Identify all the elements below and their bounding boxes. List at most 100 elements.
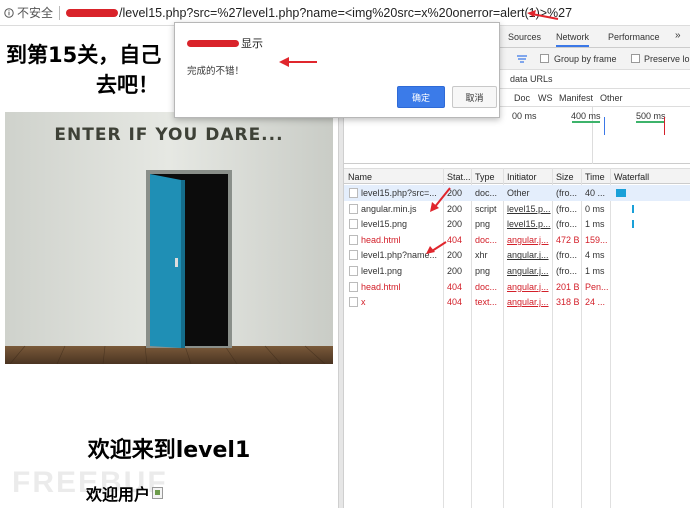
cell-initiator[interactable]: angular.j... (507, 266, 552, 276)
cell-size: (fro... (556, 250, 578, 261)
table-row[interactable]: angular.min.js 200 script level15.p... (fro.… (344, 201, 690, 217)
cell-time: 1 ms (585, 266, 605, 276)
preserve-log-checkbox[interactable] (631, 54, 640, 63)
info-icon (4, 7, 14, 18)
level-hero-image: ENTER IF YOU DARE... (5, 112, 333, 364)
cell-time: 1 ms (585, 219, 605, 230)
cell-type: xhr (475, 250, 488, 261)
cell-status: 200 (447, 250, 463, 261)
timeline-marker (664, 117, 665, 135)
timeline-bar (572, 121, 600, 123)
cell-initiator[interactable]: level15.p... (507, 219, 552, 229)
cell-size: 318 B (556, 297, 580, 308)
filter-icon[interactable] (516, 54, 528, 64)
cell-size: (fro... (556, 203, 578, 214)
annotation-arrow-alert (279, 57, 317, 67)
file-icon (349, 188, 358, 198)
cell-time: 40 ... (585, 188, 606, 198)
redacted-host (66, 8, 119, 17)
cell-time: 0 ms (585, 203, 605, 214)
file-icon (349, 281, 358, 292)
col-name[interactable]: Name (348, 172, 372, 182)
col-waterfall[interactable]: Waterfall (614, 172, 649, 182)
table-row[interactable]: head.html 404 doc... angular.j... 472 B 159..… (344, 232, 690, 248)
file-icon (349, 266, 358, 276)
alert-title-suffix: 显示 (241, 38, 263, 50)
cell-initiator[interactable]: level15.p... (507, 204, 552, 214)
cell-time: Pen... (585, 281, 609, 292)
cell-initiator: Other (507, 188, 530, 198)
cell-type: png (475, 219, 491, 230)
cell-status: 404 (447, 281, 463, 292)
hero-text: ENTER IF YOU DARE... (54, 125, 283, 145)
cell-name: head.html (361, 281, 401, 292)
welcome-heading: 欢迎来到level1 (87, 438, 251, 463)
tab-sources[interactable]: Sources (508, 32, 541, 42)
alert-message: 完成的不错！ (187, 66, 245, 77)
file-icon (349, 250, 358, 261)
filter-ws[interactable]: WS (538, 93, 553, 103)
annotation-arrow-row (430, 187, 451, 212)
security-label: 不安全 (17, 6, 54, 20)
cancel-button[interactable]: 取消 (452, 86, 497, 108)
table-row[interactable]: x 404 text... angular.j... 318 B 24 ... (344, 294, 690, 310)
filter-doc[interactable]: Doc (514, 93, 530, 103)
url-text[interactable]: /level15.php?src=%27level1.php?name=<img… (119, 6, 572, 20)
cell-time: 4 ms (585, 250, 605, 261)
cell-initiator[interactable]: angular.j... (507, 250, 552, 260)
filter-other[interactable]: Other (600, 93, 623, 103)
cell-size: 201 B (556, 281, 580, 292)
cell-name: level15.png (361, 219, 408, 230)
more-tabs-button[interactable]: » (675, 30, 681, 41)
file-icon (349, 234, 358, 245)
cell-size: (fro... (556, 188, 578, 198)
annotation-arrow-url (527, 10, 559, 20)
timeline-bar (636, 121, 664, 123)
waterfall-bar (616, 189, 626, 197)
ok-button[interactable]: 确定 (397, 86, 445, 108)
cell-status: 404 (447, 234, 463, 245)
cell-name: x (361, 297, 366, 308)
cell-name: level1.png (361, 266, 403, 276)
col-size[interactable]: Size (556, 172, 574, 182)
waterfall-bar (632, 220, 634, 229)
col-status[interactable]: Stat... (447, 172, 471, 182)
preserve-log-label: Preserve lo (644, 54, 690, 64)
tab-performance[interactable]: Performance (608, 32, 660, 42)
file-icon (349, 297, 358, 308)
cell-initiator[interactable]: angular.j... (507, 297, 552, 307)
cell-type: png (475, 266, 491, 276)
cell-type: script (475, 203, 497, 214)
network-grid-header: Name Stat... Type Initiator Size Time Wa… (344, 168, 690, 184)
file-icon (349, 219, 358, 230)
table-row[interactable]: level1.php?name... 200 xhr angular.j... (fro… (344, 247, 690, 263)
welcome-user: 欢迎用户 (86, 481, 164, 505)
cell-status: 404 (447, 297, 463, 308)
cell-time: 159... (585, 234, 608, 245)
file-icon (349, 203, 358, 214)
alert-dialog: 显示 完成的不错！ 确定 取消 (174, 22, 500, 118)
cell-size: (fro... (556, 219, 578, 230)
table-row[interactable]: level1.png 200 png angular.j... (fro... 1 ms (344, 263, 690, 279)
cell-status: 200 (447, 219, 463, 230)
table-row[interactable]: level15.php?src=... 200 doc... Other (fro...… (344, 185, 690, 201)
col-time[interactable]: Time (585, 172, 605, 182)
waterfall-bar (632, 204, 634, 213)
table-row[interactable]: level15.png 200 png level15.p... (fro... 1 ms (344, 216, 690, 232)
filter-manifest[interactable]: Manifest (559, 93, 593, 103)
site-info[interactable]: 不安全 (4, 4, 53, 21)
user-label: 欢迎用户 (86, 485, 151, 504)
col-type[interactable]: Type (475, 172, 495, 182)
col-initiator[interactable]: Initiator (507, 172, 537, 182)
cell-initiator[interactable]: angular.j... (507, 235, 552, 245)
group-by-frame-checkbox[interactable] (540, 54, 549, 63)
cell-type: text... (475, 297, 498, 308)
timeline-label: 400 ms (571, 111, 601, 121)
hide-data-urls-label: data URLs (510, 74, 553, 84)
table-row[interactable]: head.html 404 doc... angular.j... 201 B Pen..… (344, 279, 690, 295)
annotation-arrow-xhr (426, 241, 447, 254)
tab-network[interactable]: Network (556, 32, 590, 47)
redacted-host (187, 39, 239, 47)
cell-initiator[interactable]: angular.j... (507, 282, 552, 292)
address-separator (59, 5, 61, 20)
